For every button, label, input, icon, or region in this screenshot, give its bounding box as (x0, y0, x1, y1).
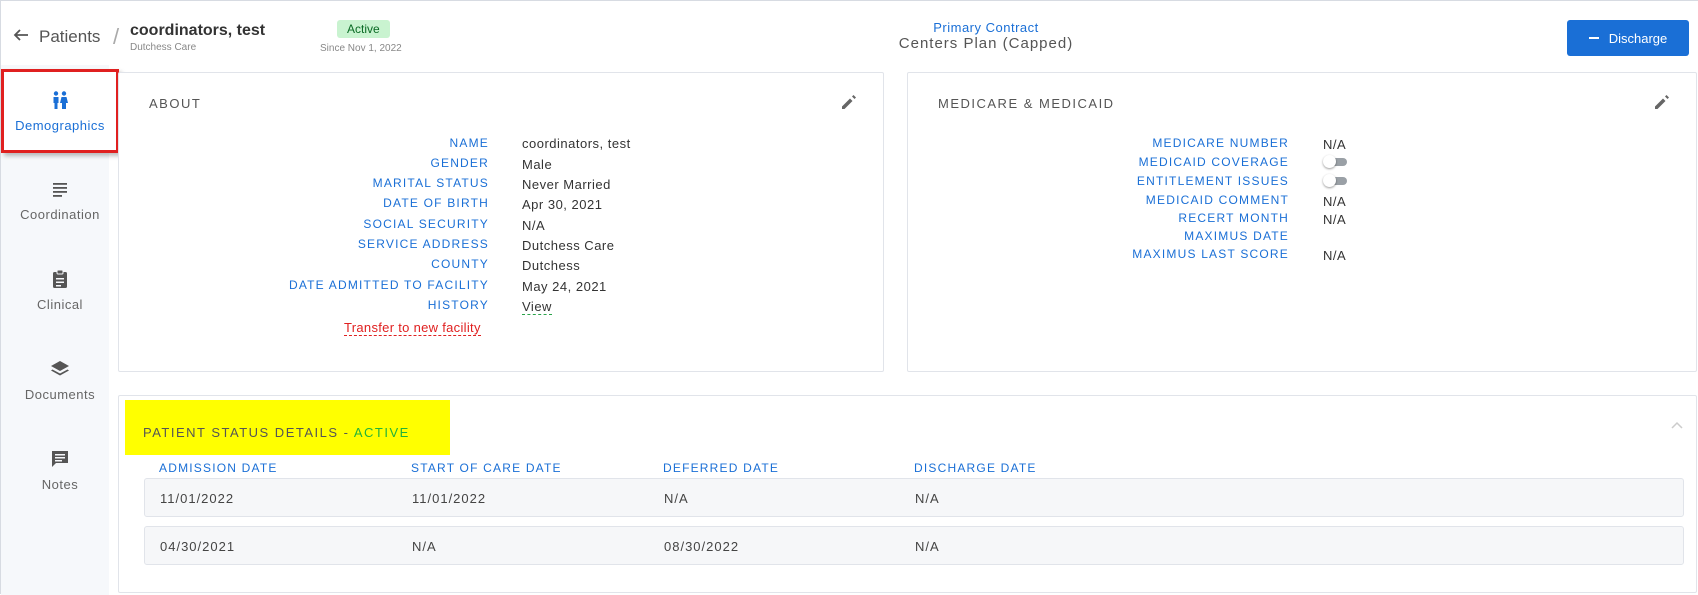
sidebar-item-documents[interactable]: Documents (1, 338, 119, 422)
app-frame: Patients / coordinators, test Dutchess C… (0, 0, 1698, 595)
field-value-social-security: N/A (522, 218, 546, 233)
field-value-medicare-number: N/A (1323, 137, 1347, 152)
field-label-medicaid-coverage: MEDICAID COVERAGE (1138, 155, 1289, 169)
list-lines-icon (53, 182, 67, 197)
discharge-button-label: Discharge (1608, 30, 1668, 46)
sidebar-item-clinical[interactable]: Clinical (1, 248, 119, 332)
cell-discharge-date: N/A (915, 491, 940, 506)
sidebar-item-label: Documents (24, 386, 96, 402)
pencil-icon[interactable] (1653, 93, 1671, 111)
field-label-entitlement-issues: ENTITLEMENT ISSUES (1136, 174, 1289, 188)
people-icon (53, 90, 68, 109)
entitlement-issues-toggle[interactable] (1323, 174, 1347, 187)
status-title-active: ACTIVE (353, 425, 410, 440)
table-row: 11/01/2022 11/01/2022 N/A N/A (144, 478, 1684, 517)
history-view-link[interactable]: View (522, 299, 552, 315)
field-value-date-of-birth: Apr 30, 2021 (522, 197, 603, 212)
transfer-facility-link[interactable]: Transfer to new facility (344, 320, 481, 336)
about-title: ABOUT (149, 96, 202, 111)
cell-admission-date: 04/30/2021 (160, 539, 236, 554)
field-label-date-admitted: DATE ADMITTED TO FACILITY (288, 278, 489, 292)
column-header-admission-date: ADMISSION DATE (159, 461, 278, 475)
field-label-recert-month: RECERT MONTH (1178, 211, 1289, 225)
pencil-icon[interactable] (840, 93, 858, 111)
field-label-date-of-birth: DATE OF BIRTH (383, 196, 489, 210)
sidebar-nav: Demographics Coordination Clinical Docum… (1, 65, 119, 595)
sidebar-item-label: Demographics (15, 117, 105, 133)
field-label-county: COUNTY (431, 257, 489, 271)
minus-icon (1588, 37, 1599, 39)
field-value-gender: Male (522, 157, 553, 172)
chevron-up-icon[interactable] (1670, 420, 1684, 430)
field-label-social-security: SOCIAL SECURITY (363, 217, 489, 231)
status-title-prefix: PATIENT STATUS DETAILS - (143, 425, 354, 440)
medicare-medicaid-card (907, 72, 1697, 372)
primary-contract-label: Primary Contract (933, 20, 1039, 35)
column-header-discharge-date: DISCHARGE DATE (914, 461, 1037, 475)
field-label-maximus-date: MAXIMUS DATE (1184, 229, 1289, 243)
cell-deferred-date: N/A (664, 491, 689, 506)
field-value-name: coordinators, test (522, 136, 631, 151)
sidebar-item-notes[interactable]: Notes (1, 428, 119, 512)
cell-discharge-date: N/A (915, 539, 940, 554)
field-value-date-admitted: May 24, 2021 (522, 279, 607, 294)
sidebar-item-label: Coordination (20, 206, 100, 222)
sidebar-item-label: Clinical (37, 296, 83, 312)
page-header: Patients / coordinators, test Dutchess C… (1, 1, 1698, 65)
about-card (118, 72, 884, 372)
field-value-marital-status: Never Married (522, 177, 611, 192)
field-label-medicaid-comment: MEDICAID COMMENT (1145, 193, 1289, 207)
sidebar-item-coordination[interactable]: Coordination (1, 158, 119, 242)
field-label-service-address: SERVICE ADDRESS (357, 237, 489, 251)
cell-deferred-date: 08/30/2022 (664, 539, 740, 554)
toggle-knob (1323, 174, 1336, 187)
field-value-recert-month: N/A (1323, 212, 1347, 227)
patient-status-title: PATIENT STATUS DETAILS - ACTIVE (143, 425, 410, 440)
layers-icon (51, 360, 69, 375)
table-row: 04/30/2021 N/A 08/30/2022 N/A (144, 526, 1684, 565)
sidebar-item-demographics[interactable]: Demographics (1, 69, 119, 153)
field-label-history: HISTORY (427, 298, 489, 312)
medicaid-coverage-toggle[interactable] (1323, 155, 1347, 168)
field-value-service-address: Dutchess Care (522, 238, 615, 253)
sidebar-item-label: Notes (41, 476, 79, 492)
cell-admission-date: 11/01/2022 (160, 491, 235, 506)
medicare-medicaid-title: MEDICARE & MEDICAID (938, 96, 1115, 111)
primary-contract-value: Centers Plan (Capped) (898, 35, 1074, 52)
toggle-knob (1323, 155, 1336, 168)
column-header-deferred-date: DEFERRED DATE (663, 461, 780, 475)
field-value-maximus-last-score: N/A (1323, 248, 1347, 263)
field-value-medicaid-comment: N/A (1323, 194, 1347, 209)
field-label-marital-status: MARITAL STATUS (372, 176, 489, 190)
field-value-county: Dutchess (522, 258, 581, 273)
discharge-button[interactable]: Discharge (1567, 20, 1689, 56)
cell-start-of-care-date: 11/01/2022 (412, 491, 487, 506)
field-label-gender: GENDER (430, 156, 489, 170)
field-label-maximus-last-score: MAXIMUS LAST SCORE (1132, 247, 1289, 261)
cell-start-of-care-date: N/A (412, 539, 437, 554)
comment-icon (52, 450, 68, 467)
column-header-start-of-care-date: START OF CARE DATE (411, 461, 562, 475)
clipboard-icon (53, 269, 67, 288)
field-label-medicare-number: MEDICARE NUMBER (1152, 136, 1289, 150)
field-label-name: NAME (449, 136, 489, 150)
